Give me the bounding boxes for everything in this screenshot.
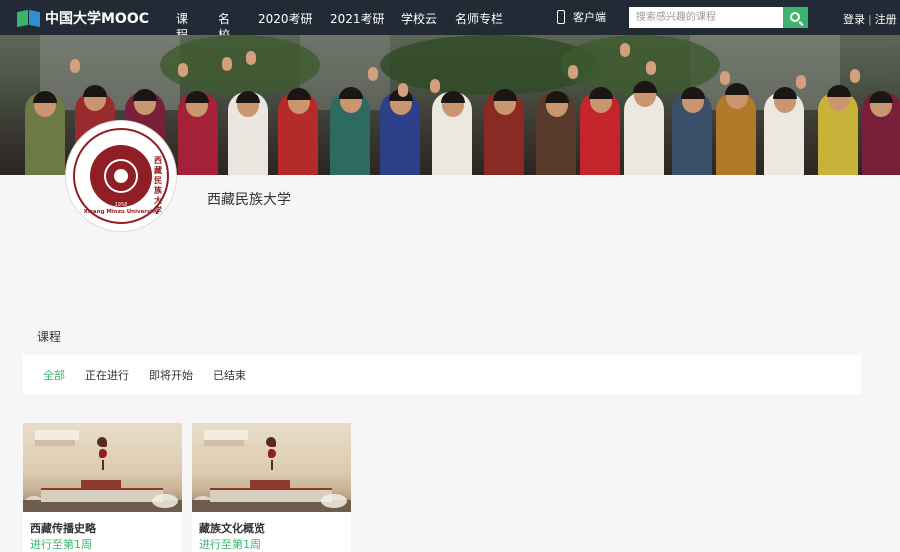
tab-finished[interactable]: 已结束 <box>213 367 246 383</box>
nav-item-school-cloud[interactable]: 学校云 <box>401 11 437 27</box>
nav-item-kaoyan-2021[interactable]: 2021考研 <box>330 11 385 27</box>
client-download-link[interactable]: 客户端 <box>557 9 606 25</box>
search-icon <box>789 11 800 22</box>
university-logo: 西藏民族大学 1958 Xizang Minzu University <box>65 120 177 232</box>
lotus-icon <box>104 159 138 193</box>
university-seal: 西藏民族大学 1958 Xizang Minzu University <box>73 128 169 224</box>
course-card[interactable]: 藏族文化概览 进行至第1周 <box>192 423 351 552</box>
search-button[interactable] <box>783 7 808 28</box>
auth-separator: | <box>868 13 872 26</box>
courses-section-title: 课程 <box>37 330 62 344</box>
course-card[interactable]: 西藏传播史略 进行至第1周 <box>23 423 182 552</box>
site-logo[interactable]: 中国大学MOOC <box>17 8 149 28</box>
login-link[interactable]: 登录 <box>843 13 865 26</box>
client-label: 客户端 <box>573 11 606 24</box>
course-title[interactable]: 西藏传播史略 <box>30 520 96 536</box>
book-logo-icon <box>17 9 41 28</box>
tab-upcoming[interactable]: 即将开始 <box>149 367 193 383</box>
nav-item-famous-teachers[interactable]: 名师专栏 <box>455 11 503 27</box>
phone-icon <box>557 10 565 24</box>
logo-year: 1958 <box>114 202 128 208</box>
course-progress: 进行至第1周 <box>199 538 261 551</box>
course-cover-image <box>23 423 182 512</box>
course-progress: 进行至第1周 <box>30 538 92 551</box>
university-name: 西藏民族大学 <box>207 192 291 208</box>
logo-english-name: Xizang Minzu University <box>83 209 159 215</box>
course-filter-tabs: 全部 正在进行 即将开始 已结束 <box>23 355 861 394</box>
site-logo-text: 中国大学MOOC <box>45 11 150 27</box>
top-nav: 中国大学MOOC 课程 名校 2020考研 2021考研 学校云 名师专栏 客户… <box>0 0 900 42</box>
search-input[interactable]: 搜索感兴趣的课程 <box>629 7 783 28</box>
course-cover-image <box>192 423 351 512</box>
tab-all[interactable]: 全部 <box>43 367 65 383</box>
course-title[interactable]: 藏族文化概览 <box>199 520 265 536</box>
auth-links: 登录 | 注册 <box>843 11 897 27</box>
tab-ongoing[interactable]: 正在进行 <box>85 367 129 383</box>
register-link[interactable]: 注册 <box>875 13 897 26</box>
nav-item-kaoyan-2020[interactable]: 2020考研 <box>258 11 313 27</box>
